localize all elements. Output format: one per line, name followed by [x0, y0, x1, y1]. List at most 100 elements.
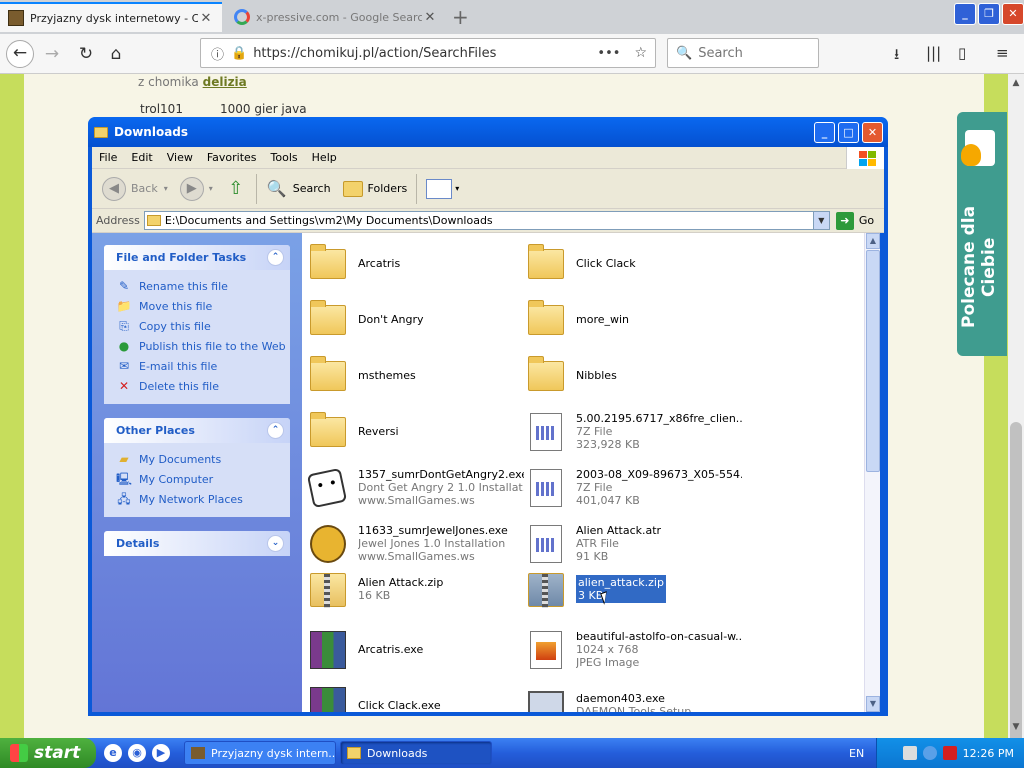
- from-user-link[interactable]: delizia: [203, 75, 247, 89]
- close-tab-icon[interactable]: ✕: [198, 11, 214, 26]
- file-item[interactable]: Alien Attack.atr ATR File 91 KB: [524, 517, 742, 569]
- tray-flash-icon[interactable]: [942, 746, 957, 760]
- tab-chomikuj[interactable]: Przyjazny dysk internetowy - Chomikuj.pl…: [0, 2, 222, 32]
- library-icon[interactable]: |||: [926, 44, 941, 62]
- place-my-computer[interactable]: 🖳 My Computer: [116, 469, 290, 489]
- go-button[interactable]: ➜ Go: [835, 211, 874, 230]
- info-icon[interactable]: ⓘ: [211, 44, 227, 63]
- task-downloads[interactable]: Downloads: [340, 741, 492, 765]
- file-item[interactable]: alien_attack.zip 3 KB: [524, 563, 742, 615]
- task-rename[interactable]: ✎ Rename this file: [116, 276, 290, 296]
- file-item[interactable]: 11633_sumrJewelJones.exe Jewel Jones 1.0 …: [306, 517, 524, 569]
- file-item[interactable]: 2003-08_X09-89673_X05-554... 7Z File 401,0…: [524, 461, 742, 513]
- explorer-minimize-button[interactable]: _: [814, 122, 835, 143]
- url-text[interactable]: https://chomikuj.pl/action/SearchFiles: [253, 46, 597, 61]
- close-button[interactable]: ✕: [1002, 3, 1024, 25]
- file-item[interactable]: Click Clack: [524, 237, 742, 289]
- up-folder-button[interactable]: ⇧: [219, 172, 253, 206]
- explorer-close-button[interactable]: ✕: [862, 122, 883, 143]
- file-item[interactable]: Arcatris.exe: [306, 623, 524, 675]
- collapse-icon[interactable]: ⌃: [267, 422, 284, 439]
- file-item[interactable]: Reversi: [306, 405, 524, 457]
- forward-arrow-icon[interactable]: →: [38, 40, 66, 68]
- search-button[interactable]: 🔍 Search: [260, 172, 337, 206]
- search-bar[interactable]: 🔍: [667, 38, 819, 68]
- result-folder[interactable]: 1000 gier java: [220, 102, 307, 116]
- menu-icon[interactable]: ≡: [996, 44, 1009, 62]
- back-arrow-icon[interactable]: ←: [6, 40, 34, 68]
- task-copy[interactable]: ⎘ Copy this file: [116, 316, 290, 336]
- address-field[interactable]: E:\Documents and Settings\vm2\My Documen…: [143, 211, 830, 230]
- file-item[interactable]: msthemes: [306, 349, 524, 401]
- file-item[interactable]: Click Clack.exe: [306, 679, 524, 712]
- back-button[interactable]: ◀ Back ▾: [96, 172, 174, 206]
- explorer-maximize-button[interactable]: □: [838, 122, 859, 143]
- file-item[interactable]: more_win: [524, 293, 742, 345]
- expand-icon[interactable]: ⌄: [267, 535, 284, 552]
- folders-button[interactable]: Folders: [337, 172, 414, 206]
- file-list-scrollbar[interactable]: ▲ ▼: [864, 233, 880, 712]
- result-user[interactable]: trol101: [140, 102, 183, 116]
- home-icon[interactable]: ⌂: [102, 40, 130, 68]
- task-move[interactable]: 📁 Move this file: [116, 296, 290, 316]
- page-scrollbar[interactable]: ▲ ▼: [1008, 74, 1024, 752]
- recommended-panel[interactable]: Polecane dla Ciebie: [957, 112, 1007, 356]
- scroll-down-icon[interactable]: ▼: [866, 696, 880, 712]
- tray-chevron-icon[interactable]: [922, 746, 937, 760]
- file-item[interactable]: 1357_sumrDontGetAngry2.exeDont Get Angry…: [306, 461, 524, 513]
- scroll-up-icon[interactable]: ▲: [1010, 78, 1022, 88]
- task-delete[interactable]: ✕ Delete this file: [116, 376, 290, 396]
- restore-button[interactable]: ❐: [978, 3, 1000, 25]
- menu-favorites[interactable]: Favorites: [200, 151, 264, 164]
- new-tab-icon[interactable]: +: [452, 5, 469, 29]
- menu-edit[interactable]: Edit: [124, 151, 159, 164]
- menu-help[interactable]: Help: [305, 151, 344, 164]
- file-item[interactable]: daemon403.exe DAEMON Tools Setup: [524, 679, 742, 712]
- task-firefox[interactable]: Przyjazny dysk intern...: [184, 741, 336, 765]
- details-header[interactable]: Details ⌄: [104, 531, 290, 556]
- tray-app-icon[interactable]: [902, 746, 917, 760]
- language-indicator[interactable]: EN: [849, 747, 864, 760]
- address-text[interactable]: E:\Documents and Settings\vm2\My Documen…: [165, 214, 493, 227]
- scroll-thumb[interactable]: [866, 250, 880, 472]
- start-button[interactable]: start: [0, 738, 96, 768]
- explorer-title-bar[interactable]: Downloads _ □ ✕: [88, 117, 888, 147]
- file-folder-tasks-header[interactable]: File and Folder Tasks ⌃: [104, 245, 290, 270]
- close-tab-icon[interactable]: ✕: [422, 10, 438, 25]
- scroll-down-icon[interactable]: ▼: [1010, 722, 1022, 732]
- file-list[interactable]: Arcatris Click Clack Don't Angry more_win ms…: [302, 233, 868, 712]
- views-button[interactable]: ▾: [420, 172, 465, 206]
- reload-icon[interactable]: ↻: [72, 40, 100, 68]
- file-item[interactable]: Arcatris: [306, 237, 524, 289]
- chevron-down-icon[interactable]: ▼: [812, 212, 829, 229]
- sidebar-icon[interactable]: ▯: [958, 44, 966, 62]
- url-bar[interactable]: ⓘ 🔒 https://chomikuj.pl/action/SearchFil…: [200, 38, 656, 68]
- file-item[interactable]: beautiful-astolfo-on-casual-w... 1024 x 7…: [524, 623, 742, 675]
- media-player-icon[interactable]: ▶: [152, 744, 170, 762]
- download-icon[interactable]: ⭳: [894, 44, 899, 69]
- page-scroll-thumb[interactable]: [1010, 422, 1022, 752]
- scroll-up-icon[interactable]: ▲: [866, 233, 880, 249]
- forward-button[interactable]: ▶ ▾: [174, 172, 219, 206]
- file-item[interactable]: 5.00.2195.6717_x86fre_clien... 7Z File 323…: [524, 405, 742, 457]
- file-item[interactable]: Don't Angry: [306, 293, 524, 345]
- ie-icon[interactable]: e: [104, 744, 122, 762]
- minimize-button[interactable]: _: [954, 3, 976, 25]
- task-email[interactable]: ✉ E-mail this file: [116, 356, 290, 376]
- collapse-icon[interactable]: ⌃: [267, 249, 284, 266]
- file-label: Arcatris.exe: [358, 643, 423, 656]
- menu-view[interactable]: View: [160, 151, 200, 164]
- task-publish[interactable]: ● Publish this file to the Web: [116, 336, 290, 356]
- menu-tools[interactable]: Tools: [264, 151, 305, 164]
- firefox-icon[interactable]: ◉: [128, 744, 146, 762]
- bookmark-star-icon[interactable]: ☆: [634, 45, 647, 61]
- place-my-documents[interactable]: ▰ My Documents: [116, 449, 290, 469]
- file-item[interactable]: Nibbles: [524, 349, 742, 401]
- place-network[interactable]: 🖧 My Network Places: [116, 489, 290, 509]
- file-item[interactable]: Alien Attack.zip 16 KB: [306, 563, 524, 615]
- other-places-header[interactable]: Other Places ⌃: [104, 418, 290, 443]
- page-actions-icon[interactable]: •••: [597, 46, 620, 61]
- menu-file[interactable]: File: [92, 151, 124, 164]
- tab-google[interactable]: x-pressive.com - Google Search ✕: [226, 2, 446, 32]
- search-input[interactable]: [698, 45, 809, 61]
